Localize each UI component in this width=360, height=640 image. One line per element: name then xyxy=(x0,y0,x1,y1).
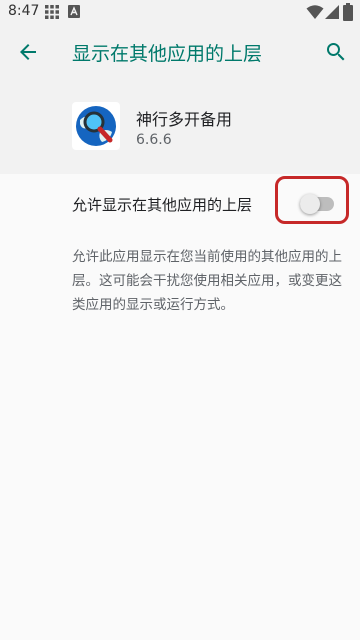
battery-icon xyxy=(343,3,353,21)
allow-overlay-switch[interactable] xyxy=(300,194,334,214)
status-time: 8:47 xyxy=(8,3,40,19)
app-bar: 显示在其他应用的上层 xyxy=(0,24,360,80)
signal-icon xyxy=(325,5,339,19)
setting-description: 允许此应用显示在您当前使用的其他应用的上层。这可能会干扰您使用相关应用，或变更这… xyxy=(72,249,342,313)
app-header: 神行多开备用 6.6.6 xyxy=(0,80,360,174)
arrow-left-icon xyxy=(20,44,36,60)
a-notification-icon xyxy=(68,5,80,18)
wifi-icon xyxy=(306,5,324,19)
back-button[interactable] xyxy=(8,32,48,72)
grid-icon xyxy=(45,5,59,19)
search-button[interactable] xyxy=(316,32,356,72)
search-icon xyxy=(327,43,345,61)
allow-overlay-setting-row[interactable]: 允许显示在其他应用的上层 xyxy=(0,174,360,234)
allow-overlay-label: 允许显示在其他应用的上层 xyxy=(72,196,253,214)
switch-thumb xyxy=(300,194,320,214)
status-bar: 8:47 xyxy=(0,0,360,24)
globe-magnifier-icon xyxy=(72,102,120,150)
app-name: 神行多开备用 xyxy=(136,110,233,129)
app-version: 6.6.6 xyxy=(136,132,172,148)
page-title: 显示在其他应用的上层 xyxy=(72,43,263,65)
